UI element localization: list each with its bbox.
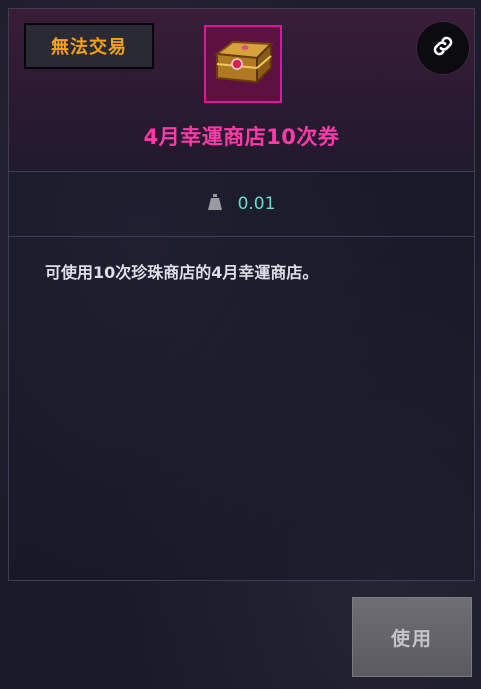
link-icon bbox=[430, 33, 456, 63]
weight-value: 0.01 bbox=[237, 193, 276, 214]
item-title: 4月幸運商店10次券 bbox=[143, 125, 340, 149]
item-description: 可使用10次珍珠商店的4月幸運商店。 bbox=[45, 263, 319, 282]
weight-row: 0.01 bbox=[9, 171, 474, 237]
use-button[interactable]: 使用 bbox=[352, 597, 472, 677]
item-tooltip-panel: 無法交易 4月幸運商店10次券 0.01 可使用10次珍珠商店的4月幸運商店。 bbox=[8, 8, 475, 581]
treasure-chest-icon bbox=[211, 34, 275, 94]
link-button[interactable] bbox=[417, 22, 469, 74]
no-trade-badge: 無法交易 bbox=[24, 23, 154, 69]
item-header: 無法交易 4月幸運商店10次券 bbox=[9, 9, 474, 172]
weight-icon bbox=[207, 193, 222, 214]
item-icon-frame bbox=[204, 25, 282, 103]
